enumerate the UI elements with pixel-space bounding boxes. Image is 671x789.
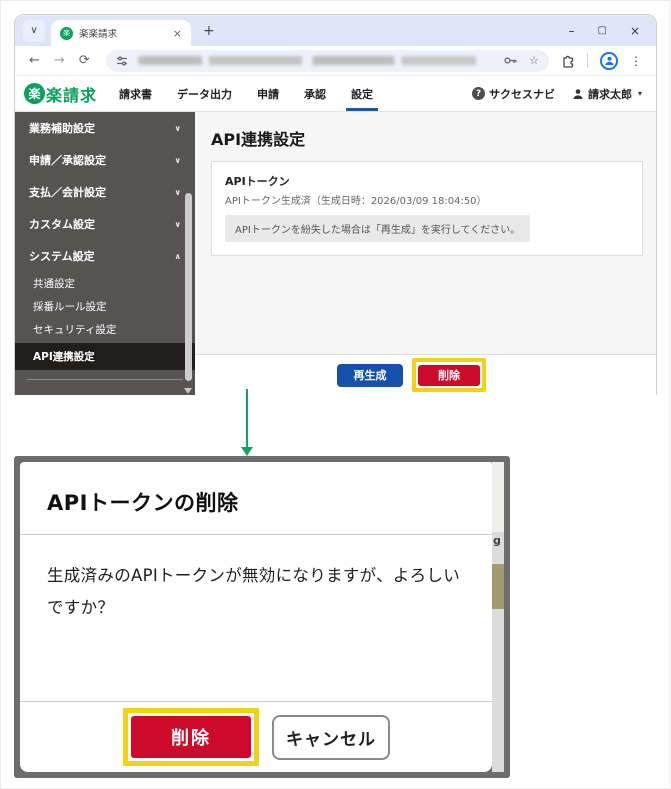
screenshot-root: ∨ 楽 楽楽請求 × + – ▢ × ← → ⟳ <box>0 0 671 789</box>
app-body: 業務補助設定 ∨ 申請／承認設定 ∨ 支払／会計設定 ∨ カスタム設定 ∨ シス… <box>15 112 656 395</box>
site-settings-icon[interactable] <box>116 55 128 67</box>
new-tab-button[interactable]: + <box>203 23 215 39</box>
nav-item-approval[interactable]: 承認 <box>304 76 326 111</box>
dialog-delete-highlight: 削除 <box>123 708 259 766</box>
dialog-screenshot-frame: g APIトークンの削除 生成済みのAPIトークンが無効になりますが、よろしいで… <box>14 456 510 778</box>
toolbar-separator <box>587 53 588 68</box>
browser-window: ∨ 楽 楽楽請求 × + – ▢ × ← → ⟳ <box>14 14 657 395</box>
forward-icon[interactable]: → <box>54 53 65 68</box>
main-content: API連携設定 APIトークン APIトークン生成済（生成日時：2026/03/… <box>195 112 656 395</box>
sidebar-divider <box>27 379 183 380</box>
chevron-down-icon: ∨ <box>175 188 182 197</box>
api-token-status: APIトークン生成済（生成日時：2026/03/09 18:04:50） <box>225 192 629 207</box>
annotation-arrow-head <box>241 447 253 456</box>
profile-avatar[interactable] <box>600 52 618 70</box>
help-icon: ? <box>472 87 485 100</box>
sidebar-scrollbar-thumb[interactable] <box>185 193 192 381</box>
bookmark-star-icon[interactable]: ☆ <box>529 54 539 67</box>
scrollbar-down-arrow-icon[interactable] <box>184 388 192 394</box>
browser-tab[interactable]: 楽 楽楽請求 × <box>51 20 191 46</box>
app-logo[interactable]: 楽 楽請求 <box>24 82 97 106</box>
dialog-cancel-button[interactable]: キャンセル <box>272 715 390 760</box>
settings-sidebar: 業務補助設定 ∨ 申請／承認設定 ∨ 支払／会計設定 ∨ カスタム設定 ∨ シス… <box>15 112 195 395</box>
tab-close-icon[interactable]: × <box>173 27 182 40</box>
success-navi-link[interactable]: ? サクセスナビ <box>472 86 555 102</box>
window-close-icon[interactable]: × <box>630 24 640 38</box>
user-icon <box>572 88 584 100</box>
user-name: 請求太郎 <box>588 86 632 102</box>
dimmed-background-strip: g <box>492 462 504 772</box>
dialog-title: APIトークンの削除 <box>20 462 492 534</box>
browser-tab-strip: ∨ 楽 楽楽請求 × + – ▢ × <box>15 15 656 46</box>
sidebar-item-custom-settings[interactable]: カスタム設定 ∨ <box>15 208 195 240</box>
sidebar-item-business-assist[interactable]: 業務補助設定 ∨ <box>15 112 195 144</box>
tab-title: 楽楽請求 <box>79 26 167 40</box>
sidebar-subitem-api-integration[interactable]: API連携設定 <box>15 343 195 370</box>
action-footer: 再生成 削除 <box>195 354 656 395</box>
url-redacted-text <box>138 56 494 65</box>
nav-item-data-export[interactable]: データ出力 <box>177 76 232 111</box>
app-header: 楽 楽請求 請求書 データ出力 申請 承認 設定 ? サクセスナビ <box>15 76 656 112</box>
sidebar-subitem-common-settings[interactable]: 共通設定 <box>15 272 195 295</box>
background-text-fragment: g <box>493 534 501 547</box>
success-navi-label: サクセスナビ <box>489 86 555 102</box>
sidebar-item-label: システム設定 <box>29 248 95 264</box>
dialog-footer: 削除 キャンセル <box>20 701 492 772</box>
browser-address-bar: ← → ⟳ ☆ ⋮ <box>15 46 656 76</box>
password-key-icon[interactable] <box>504 55 518 66</box>
chevron-down-icon: ∨ <box>175 156 182 165</box>
reload-icon[interactable]: ⟳ <box>79 53 90 68</box>
url-input[interactable]: ☆ <box>106 50 549 72</box>
api-token-note: APIトークンを紛失した場合は「再生成」を実行してください。 <box>225 215 530 242</box>
sidebar-item-label: 申請／承認設定 <box>29 152 106 168</box>
window-maximize-icon[interactable]: ▢ <box>597 25 606 36</box>
sidebar-item-label: 業務補助設定 <box>29 120 95 136</box>
user-menu[interactable]: 請求太郎 ▾ <box>572 86 642 102</box>
window-minimize-icon[interactable]: – <box>568 24 574 38</box>
chevron-up-icon: ∧ <box>175 252 182 261</box>
annotation-arrow <box>246 389 248 447</box>
sidebar-item-system-settings[interactable]: システム設定 ∧ <box>15 240 195 272</box>
logo-text: 楽請求 <box>46 82 97 106</box>
dialog-delete-button[interactable]: 削除 <box>131 716 251 758</box>
dialog-message: 生成済みのAPIトークンが無効になりますが、よろしいですか？ <box>20 535 492 649</box>
sidebar-item-label: 支払／会計設定 <box>29 184 106 200</box>
sidebar-item-label: カスタム設定 <box>29 216 95 232</box>
back-icon[interactable]: ← <box>29 53 40 68</box>
sidebar-subitem-numbering-rule[interactable]: 採番ルール設定 <box>15 295 195 318</box>
delete-button[interactable]: 削除 <box>418 365 480 386</box>
sidebar-subitem-security[interactable]: セキュリティ設定 <box>15 318 195 341</box>
app-nav: 請求書 データ出力 申請 承認 設定 <box>119 76 373 111</box>
extensions-icon[interactable] <box>561 54 575 68</box>
sidebar-item-payment-accounting[interactable]: 支払／会計設定 ∨ <box>15 176 195 208</box>
api-token-heading: APIトークン <box>225 173 629 189</box>
page-title: API連携設定 <box>211 126 656 150</box>
delete-confirm-dialog: APIトークンの削除 生成済みのAPIトークンが無効になりますが、よろしいですか… <box>20 462 492 772</box>
browser-menu-icon[interactable]: ⋮ <box>630 54 642 68</box>
chevron-down-icon: ∨ <box>175 220 182 229</box>
dimmed-highlight-fragment <box>492 564 504 609</box>
sidebar-item-report[interactable]: レポート ∨ <box>15 389 195 395</box>
regenerate-button[interactable]: 再生成 <box>337 364 403 387</box>
nav-item-settings[interactable]: 設定 <box>351 76 373 111</box>
sidebar-item-application-approval[interactable]: 申請／承認設定 ∨ <box>15 144 195 176</box>
dimmed-background-top <box>492 462 504 532</box>
logo-badge-icon: 楽 <box>24 83 45 104</box>
tab-search-icon[interactable]: ∨ <box>23 20 45 42</box>
chevron-down-icon: ▾ <box>638 89 642 98</box>
delete-button-highlight: 削除 <box>412 358 486 392</box>
nav-item-application[interactable]: 申請 <box>257 76 279 111</box>
api-token-card: APIトークン APIトークン生成済（生成日時：2026/03/09 18:04… <box>211 161 643 256</box>
tab-favicon-icon: 楽 <box>60 27 73 40</box>
chevron-down-icon: ∨ <box>175 124 182 133</box>
nav-item-invoice[interactable]: 請求書 <box>119 76 152 111</box>
